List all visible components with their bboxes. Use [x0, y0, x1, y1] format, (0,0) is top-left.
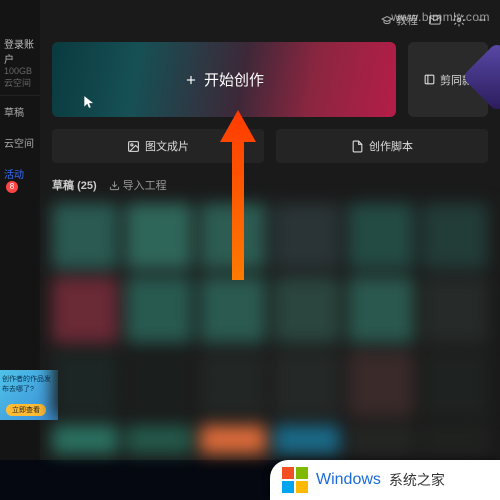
- app-window: 登录账户 100GB 云空间 草稿 云空间 活动 8 创作者的作品发布去哪了? …: [0, 0, 500, 460]
- draft-tile[interactable]: [348, 203, 414, 269]
- draft-tile[interactable]: [200, 351, 266, 417]
- draft-tile[interactable]: [422, 277, 488, 343]
- draft-tile[interactable]: [52, 203, 118, 269]
- promo-card[interactable]: 创作者的作品发布去哪了? 立即查看: [0, 370, 58, 420]
- activity-label: 活动: [4, 170, 24, 181]
- draft-tile[interactable]: [348, 351, 414, 417]
- drafts-label: 草稿 (25): [52, 177, 97, 193]
- draft-tile[interactable]: [422, 203, 488, 269]
- footer-site: 系统之家: [389, 470, 445, 490]
- draft-tile[interactable]: [422, 351, 488, 417]
- import-label: 导入工程: [123, 177, 167, 193]
- draft-tile[interactable]: [200, 203, 266, 269]
- footer-brand: Windows: [316, 471, 381, 489]
- start-create-button[interactable]: 开始创作: [52, 42, 396, 117]
- image-to-video-label: 图文成片: [145, 138, 189, 154]
- draft-tile[interactable]: [126, 203, 192, 269]
- draft-tile[interactable]: [200, 277, 266, 343]
- draft-tile[interactable]: [422, 425, 488, 454]
- activity-badge: 8: [6, 181, 18, 193]
- tutorial-link[interactable]: 教程: [381, 12, 418, 28]
- login-header: 登录账户: [4, 36, 36, 66]
- drafts-grid: [52, 203, 488, 454]
- create-label: 开始创作: [204, 69, 264, 90]
- cursor-pointer-icon: [82, 94, 96, 113]
- tutorial-label: 教程: [396, 12, 418, 28]
- hero-row: 开始创作 剪同款: [52, 42, 488, 117]
- settings-icon[interactable]: [452, 13, 466, 27]
- topbar: 教程: [52, 6, 488, 34]
- promo-title: 创作者的作品发布去哪了?: [2, 374, 54, 394]
- draft-tile[interactable]: [274, 277, 340, 343]
- draft-tile[interactable]: [348, 277, 414, 343]
- promo-button[interactable]: 立即查看: [6, 404, 46, 416]
- sub-actions-row: 图文成片 创作脚本: [52, 129, 488, 163]
- sidebar: 登录账户 100GB 云空间 草稿 云空间 活动 8 创作者的作品发布去哪了? …: [0, 0, 40, 460]
- draft-tile[interactable]: [52, 351, 118, 417]
- graduation-cap-icon: [381, 14, 393, 26]
- import-project-link[interactable]: 导入工程: [109, 177, 167, 193]
- main-area: 教程 开始创作: [40, 0, 500, 460]
- draft-tile[interactable]: [52, 277, 118, 343]
- drafts-header: 草稿 (25) 导入工程: [52, 177, 488, 193]
- sidebar-item-drafts[interactable]: 草稿: [0, 96, 40, 127]
- sidebar-item-cloud[interactable]: 云空间: [0, 127, 40, 158]
- draft-tile[interactable]: [126, 351, 192, 417]
- draft-tile[interactable]: [274, 425, 340, 454]
- message-icon[interactable]: [428, 13, 442, 27]
- plus-icon: [184, 73, 198, 87]
- image-icon: [127, 140, 140, 153]
- image-to-video-button[interactable]: 图文成片: [52, 129, 264, 163]
- sidebar-item-activity[interactable]: 活动 8: [0, 158, 40, 201]
- script-label: 创作脚本: [369, 138, 413, 154]
- draft-tile[interactable]: [348, 425, 414, 454]
- draft-tile[interactable]: [274, 203, 340, 269]
- template-icon: [423, 73, 436, 86]
- script-button[interactable]: 创作脚本: [276, 129, 488, 163]
- login-sub: 100GB 云空间: [4, 66, 36, 89]
- windows-logo-icon: [282, 467, 308, 493]
- draft-tile[interactable]: [126, 425, 192, 454]
- import-icon: [109, 180, 120, 191]
- draft-tile[interactable]: [126, 277, 192, 343]
- draft-tile[interactable]: [52, 425, 118, 454]
- minimize-icon[interactable]: [476, 14, 488, 26]
- document-icon: [351, 140, 364, 153]
- draft-tile[interactable]: [274, 351, 340, 417]
- sidebar-login[interactable]: 登录账户 100GB 云空间: [0, 30, 40, 96]
- draft-tile[interactable]: [200, 425, 266, 454]
- footer-badge: Windows 系统之家: [270, 460, 500, 500]
